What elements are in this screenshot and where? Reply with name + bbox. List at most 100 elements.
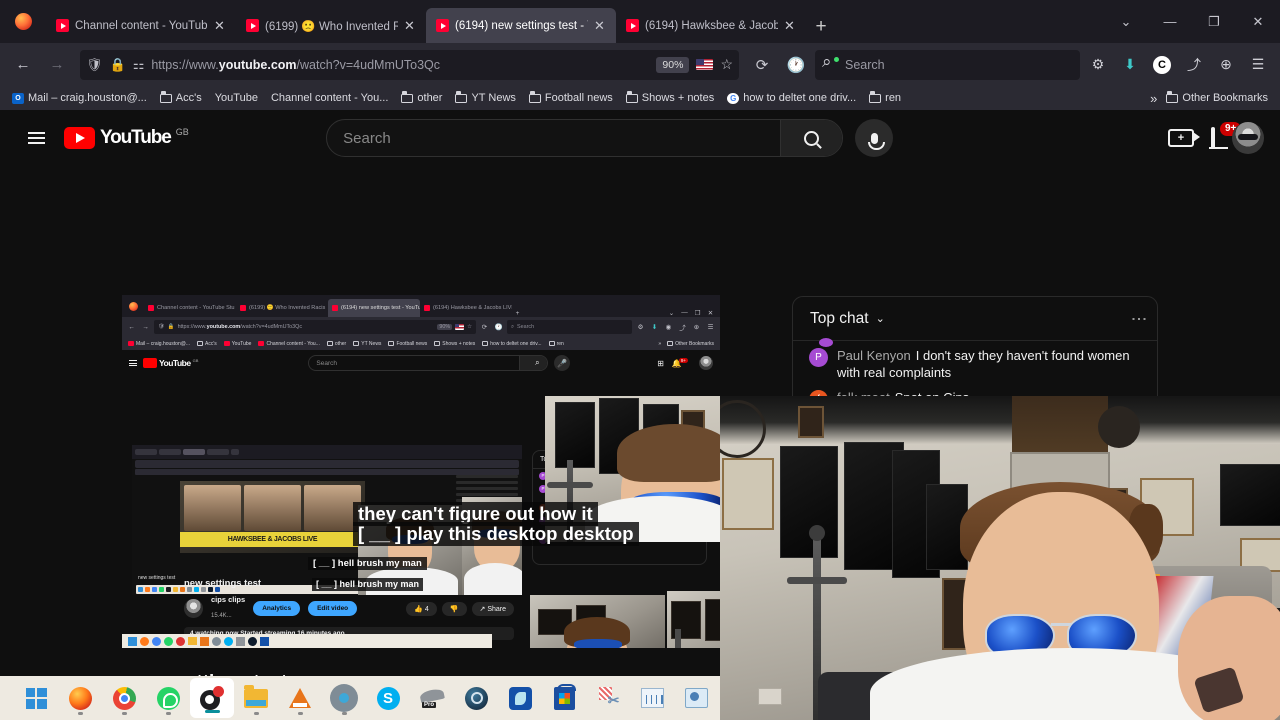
settings-icon[interactable]	[212, 636, 221, 646]
globe-icon[interactable]: ⊕	[691, 323, 702, 331]
skype-icon[interactable]	[224, 636, 233, 646]
bookmark-item[interactable]: Mail – craig.houston@...	[125, 341, 193, 347]
youtube-search-box[interactable]: Search ⌕	[308, 355, 549, 371]
tab-close-icon[interactable]: ✕	[784, 19, 798, 32]
hamburger-icon[interactable]	[16, 118, 56, 158]
taskbar-teams[interactable]	[674, 676, 718, 720]
chat-avatar[interactable]: P	[809, 348, 828, 367]
bookmark-item[interactable]: Acc's	[154, 90, 208, 106]
container-icon[interactable]: ◉	[663, 323, 674, 331]
explorer-icon[interactable]	[188, 637, 197, 645]
taskbar-firefox[interactable]	[58, 676, 102, 720]
download-icon[interactable]: ⬇	[649, 323, 660, 331]
us-flag-icon[interactable]	[455, 324, 465, 330]
new-tab-button[interactable]: +	[512, 310, 523, 317]
taskbar-microsoft-store[interactable]	[542, 676, 586, 720]
browser-tab-0[interactable]: Channel content - YouTube Stu ✕	[46, 8, 236, 43]
bookmark-item[interactable]: Football news	[523, 90, 619, 106]
window-minimize-button[interactable]: —	[679, 309, 690, 317]
window-close-button[interactable]: ✕	[705, 309, 716, 317]
chevron-down-icon[interactable]: ⌄	[876, 312, 885, 325]
back-button[interactable]: ←	[126, 324, 137, 331]
taskbar-vlc[interactable]	[278, 676, 322, 720]
vlc-icon[interactable]	[200, 636, 209, 646]
kebab-menu-icon[interactable]: ⋮	[1130, 311, 1147, 327]
create-video-icon[interactable]: +	[1167, 129, 1200, 147]
tab-close-icon[interactable]: ✕	[214, 19, 228, 32]
firefox-icon[interactable]	[140, 636, 149, 646]
analytics-button[interactable]: Analytics	[253, 601, 301, 616]
bookmark-item[interactable]: other	[324, 341, 349, 347]
container-icon[interactable]: C	[1153, 55, 1171, 74]
bookmark-item[interactable]: ren	[863, 90, 907, 106]
bell-icon[interactable]: 🔔9+	[672, 357, 691, 368]
bookmark-star-icon[interactable]: ☆	[720, 56, 733, 73]
bookmark-item[interactable]: how to deltet one driv...	[479, 341, 544, 347]
bookmark-item[interactable]: YouTube	[221, 341, 255, 347]
bookmark-star-icon[interactable]: ☆	[467, 324, 472, 330]
history-button[interactable]: 🕐	[781, 50, 811, 80]
extension-icon[interactable]: ⤴	[1180, 51, 1208, 79]
search-input[interactable]: Search	[309, 360, 337, 367]
tab-close-icon[interactable]: ✕	[594, 19, 608, 32]
window-restore-button[interactable]: ❐	[692, 309, 703, 317]
tab-list-chevron-icon[interactable]: ⌄	[666, 309, 677, 317]
bookmarks-overflow-icon[interactable]: »	[1150, 91, 1157, 106]
forward-button[interactable]: →	[140, 324, 151, 331]
search-input[interactable]: Search	[327, 130, 780, 147]
tab-list-chevron-icon[interactable]: ⌄	[1104, 0, 1148, 43]
zoom-level-badge[interactable]: 90%	[656, 56, 690, 73]
permissions-icon[interactable]: ⚏	[133, 57, 145, 73]
bookmark-item[interactable]: O Mail – craig.houston@...	[6, 90, 153, 106]
youtube-search-box[interactable]: Search	[326, 119, 844, 157]
bookmark-item[interactable]: YouTube	[209, 90, 264, 106]
account-avatar[interactable]	[699, 356, 713, 370]
obs-icon[interactable]	[176, 636, 185, 646]
taskbar-skype[interactable]: S	[366, 676, 410, 720]
extension-icon[interactable]: ⤴	[677, 322, 688, 332]
youtube-logo[interactable]: YouTube GB	[143, 358, 198, 368]
window-close-button[interactable]: ✕	[1236, 0, 1280, 43]
nested-browser-tab-0[interactable]: Channel content - YouTube Stu✕	[144, 299, 236, 317]
taskbar-steam[interactable]	[454, 676, 498, 720]
taskbar-settings[interactable]	[322, 676, 366, 720]
browser-search-field[interactable]: Search	[815, 49, 1080, 80]
new-tab-button[interactable]: +	[806, 11, 836, 43]
bookmark-item[interactable]: YT News	[449, 90, 521, 106]
bookmark-item[interactable]: Channel content - You...	[265, 90, 394, 106]
zoom-level-badge[interactable]: 90%	[437, 324, 453, 330]
eset-icon[interactable]	[260, 636, 269, 646]
chat-header[interactable]: Top chat ⌄ ⋮	[793, 297, 1157, 341]
nested-search-field[interactable]: ⌕ Search	[507, 320, 632, 334]
reload-button[interactable]: ⟳	[747, 50, 777, 80]
whatsapp-icon[interactable]	[164, 636, 173, 646]
bookmark-item[interactable]: Shows + notes	[431, 341, 478, 347]
hamburger-icon[interactable]	[129, 359, 137, 367]
bookmark-item[interactable]: ren	[546, 341, 567, 347]
other-bookmarks-button[interactable]: Other Bookmarks	[1160, 90, 1274, 106]
browser-menu-icon[interactable]: ☰	[705, 323, 716, 331]
forward-button[interactable]: →	[42, 50, 72, 80]
reload-button[interactable]: ⟳	[479, 323, 490, 331]
nested-browser-tab-1[interactable]: (6199) 🙁 Who Invented Racis✕	[236, 299, 328, 317]
bookmark-item[interactable]: other	[395, 90, 448, 106]
bookmark-item[interactable]: Ghow to deltet one driv...	[721, 90, 862, 106]
search-submit-button[interactable]: ⌕	[519, 356, 548, 370]
taskbar-nvidia[interactable]: Pro	[410, 676, 454, 720]
bookmark-item[interactable]: Football news	[385, 341, 430, 347]
taskbar-obs-studio[interactable]	[190, 678, 234, 718]
taskbar-snipping-tool[interactable]: ✂	[586, 676, 630, 720]
notifications-button[interactable]: 9+	[1210, 122, 1242, 148]
window-minimize-button[interactable]: —	[1148, 0, 1192, 43]
taskbar-performance-monitor[interactable]	[630, 676, 674, 720]
settings-icon[interactable]: ⚙	[1084, 51, 1112, 79]
start-button[interactable]	[128, 636, 137, 646]
browser-tab-3[interactable]: (6194) Hawksbee & Jacobs LIVE ✕	[616, 8, 806, 43]
lock-icon[interactable]: 🔒	[110, 57, 126, 73]
edit-video-button[interactable]: Edit video	[308, 601, 358, 616]
start-button[interactable]	[14, 676, 58, 720]
steam-icon[interactable]	[248, 636, 257, 646]
history-button[interactable]: 🕐	[493, 323, 504, 331]
other-bookmarks-button[interactable]: Other Bookmarks	[664, 341, 717, 347]
create-video-icon[interactable]: ⊞	[657, 359, 664, 368]
